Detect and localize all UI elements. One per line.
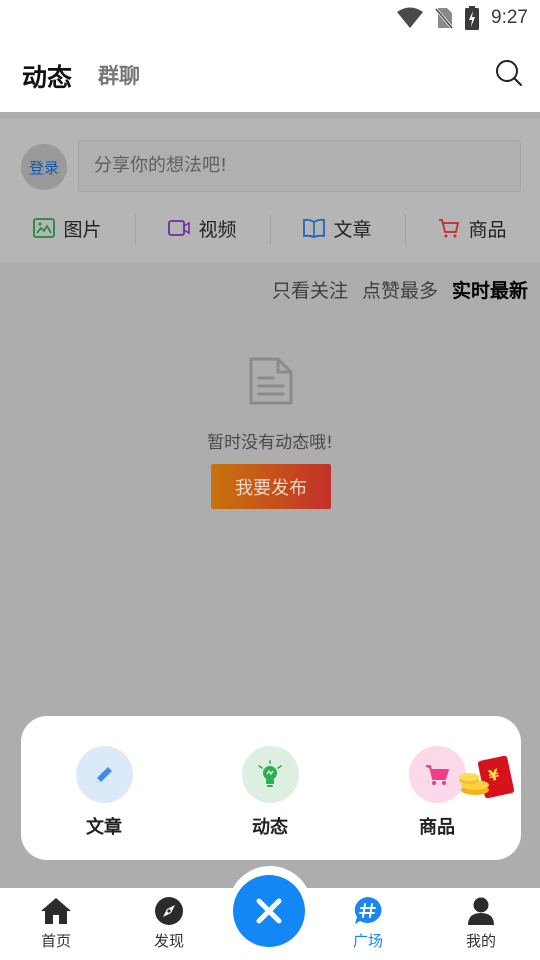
nav-profile[interactable]: 我的: [441, 896, 521, 951]
compose-panel: 登录 分享你的想法吧! 图片 视频 文章 商品: [0, 118, 540, 262]
publish-button[interactable]: 我要发布: [211, 464, 331, 509]
book-icon: [303, 218, 326, 238]
publish-article-option[interactable]: 文章: [44, 746, 164, 839]
empty-document-icon: [249, 357, 293, 405]
top-header: 动态 群聊: [0, 36, 540, 112]
filter-latest[interactable]: 实时最新: [452, 276, 528, 303]
publish-dynamic-option[interactable]: 动态: [210, 746, 330, 839]
lightbulb-icon: [258, 759, 282, 787]
login-avatar[interactable]: 登录: [21, 144, 67, 190]
option-label: 文章: [86, 817, 122, 838]
person-icon: [468, 897, 494, 925]
post-type-label: 视频: [198, 218, 237, 241]
close-publish-button[interactable]: [233, 875, 305, 947]
status-time: 9:27: [491, 7, 528, 28]
nav-square[interactable]: 广场: [328, 896, 408, 951]
wifi-icon: [397, 7, 424, 28]
nav-home[interactable]: 首页: [16, 896, 96, 951]
no-sim-icon: [435, 8, 454, 29]
option-icon-circle: [75, 746, 133, 803]
publish-menu: 文章 动态 商品 ¥: [21, 716, 521, 860]
post-type-label: 文章: [333, 218, 372, 241]
option-label: 动态: [252, 817, 288, 838]
cart-icon: [439, 219, 460, 238]
image-icon: [33, 218, 56, 238]
tab-dynamics[interactable]: 动态: [22, 58, 72, 94]
post-type-bar: 图片 视频 文章 商品: [0, 208, 540, 248]
status-bar: 9:27: [0, 0, 540, 36]
cart-icon: [426, 764, 449, 785]
nav-label: 首页: [40, 932, 71, 950]
filter-following[interactable]: 只看关注: [272, 276, 348, 303]
pencil-icon: [96, 766, 112, 783]
home-icon: [41, 898, 71, 924]
post-type-article[interactable]: 文章: [270, 208, 405, 248]
tab-group-chat[interactable]: 群聊: [98, 60, 140, 90]
close-icon: [256, 898, 282, 924]
feed-filters: 只看关注 点赞最多 实时最新: [272, 276, 528, 303]
nav-label: 广场: [352, 932, 383, 950]
empty-state-text: 暂时没有动态哦!: [207, 433, 333, 453]
post-type-product[interactable]: 商品: [405, 208, 540, 248]
hashtag-chat-icon: [354, 897, 382, 924]
filter-most-liked[interactable]: 点赞最多: [362, 276, 438, 303]
video-icon: [168, 220, 191, 236]
nav-discover[interactable]: 发现: [129, 896, 209, 951]
post-type-label: 图片: [63, 218, 102, 241]
status-icons: 9:27: [397, 6, 528, 30]
option-label: 商品: [419, 817, 455, 838]
battery-icon: [465, 6, 480, 30]
compass-icon: [155, 897, 183, 925]
option-icon-circle: [241, 746, 299, 803]
post-type-label: 商品: [468, 218, 507, 241]
share-thought-input[interactable]: 分享你的想法吧!: [78, 140, 521, 192]
red-packet-coins-icon: ¥: [459, 755, 515, 799]
nav-label: 我的: [465, 932, 496, 950]
nav-label: 发现: [153, 932, 184, 950]
search-icon[interactable]: [494, 58, 524, 88]
post-type-video[interactable]: 视频: [135, 208, 270, 248]
post-type-image[interactable]: 图片: [0, 208, 135, 248]
